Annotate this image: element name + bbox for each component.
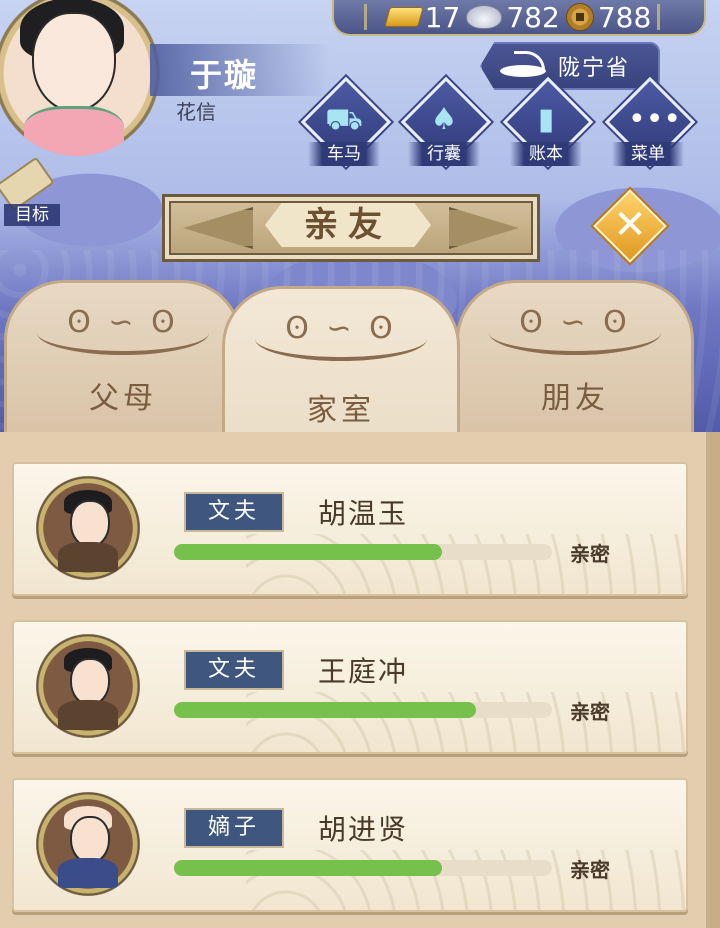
member-portrait[interactable] [32, 472, 144, 584]
intimacy-bar-fill [174, 544, 443, 560]
bag-icon: ♠ [430, 102, 458, 137]
tab-parents-label: 父母 [89, 381, 157, 416]
intimacy-bar-fill [174, 702, 477, 718]
portrait-robe [58, 700, 118, 730]
avatar-face [32, 12, 116, 112]
ledger-icon: ▮ [537, 102, 555, 137]
wave-pattern [246, 850, 686, 910]
wave-pattern [246, 692, 686, 752]
tab-friends[interactable]: 朋友 [456, 280, 694, 443]
intimacy-bar [174, 702, 552, 718]
province-badge[interactable]: 陇宁省 [480, 42, 660, 90]
iron-icon [500, 51, 548, 81]
member-name: 胡进贤 [318, 813, 409, 846]
portrait-face [70, 500, 110, 548]
silver-amount: 782 [506, 0, 560, 34]
portrait-robe [58, 858, 118, 888]
currency-bar: 17 782 788 [332, 0, 706, 36]
role-tag: 文夫 [184, 492, 284, 532]
copper-counter[interactable]: 788 [565, 0, 652, 34]
goal-label: 目标 [4, 204, 60, 226]
bag-button[interactable]: ♠ 行囊 [400, 76, 492, 168]
portrait-robe [58, 542, 118, 572]
province-label: 陇宁省 [558, 56, 631, 81]
portrait-face [70, 816, 110, 864]
cloud-ornament-icon [489, 305, 661, 355]
role-tag: 文夫 [184, 650, 284, 690]
member-name: 王庭冲 [318, 655, 409, 688]
menu-button[interactable]: ••• 菜单 [604, 76, 696, 168]
intimacy-bar [174, 860, 552, 876]
member-card[interactable]: 文夫 胡温玉 亲密 [12, 462, 688, 596]
carriage-icon: ⛟ [325, 102, 363, 137]
intimacy-label: 亲密 [570, 700, 610, 724]
cloud-ornament-icon [37, 305, 209, 355]
copper-coin-icon [565, 3, 594, 31]
panel-title: 亲友 [265, 203, 431, 247]
gold-ingot-icon [384, 7, 424, 27]
player-title: 花信 [176, 100, 216, 124]
silver-ingot-icon [466, 5, 503, 29]
member-name: 胡温玉 [318, 497, 409, 530]
carriage-button[interactable]: ⛟ 车马 [300, 76, 392, 168]
member-card[interactable]: 嫡子 胡进贤 亲密 [12, 778, 688, 912]
avatar-collar [24, 106, 124, 156]
member-portrait[interactable] [32, 788, 144, 900]
carriage-label: 车马 [308, 142, 380, 166]
member-card[interactable]: 文夫 王庭冲 亲密 [12, 620, 688, 754]
bamboo-ornament-right [657, 4, 674, 30]
bag-label: 行囊 [408, 142, 480, 166]
member-portrait[interactable] [32, 630, 144, 742]
tab-family-label: 家室 [307, 393, 375, 428]
member-list-panel: 文夫 胡温玉 亲密 文夫 王庭冲 亲密 嫡子 胡进贤 亲密 [0, 432, 720, 928]
player-name: 于璇 [190, 56, 259, 94]
ledger-button[interactable]: ▮ 账本 [502, 76, 594, 168]
copper-amount: 788 [597, 0, 652, 34]
menu-label: 菜单 [612, 142, 684, 166]
cloud-ornament-icon [255, 311, 427, 361]
silver-counter[interactable]: 782 [466, 0, 560, 34]
goal-button[interactable]: 目标 [0, 156, 60, 228]
wave-pattern [246, 534, 686, 594]
menu-icon: ••• [628, 102, 682, 137]
tab-friends-label: 朋友 [541, 381, 609, 416]
intimacy-bar [174, 544, 552, 560]
gold-amount: 17 [424, 0, 461, 34]
intimacy-label: 亲密 [570, 858, 610, 882]
portrait-face [70, 658, 110, 706]
close-icon[interactable]: ✕ [606, 202, 654, 250]
role-tag: 嫡子 [184, 808, 284, 848]
bamboo-ornament-left [363, 4, 381, 30]
title-banner: 亲友 [162, 194, 540, 262]
tab-parents[interactable]: 父母 [4, 280, 242, 443]
intimacy-label: 亲密 [570, 542, 610, 566]
gold-counter[interactable]: 17 [384, 0, 461, 34]
ledger-label: 账本 [510, 142, 582, 166]
intimacy-bar-fill [174, 860, 443, 876]
